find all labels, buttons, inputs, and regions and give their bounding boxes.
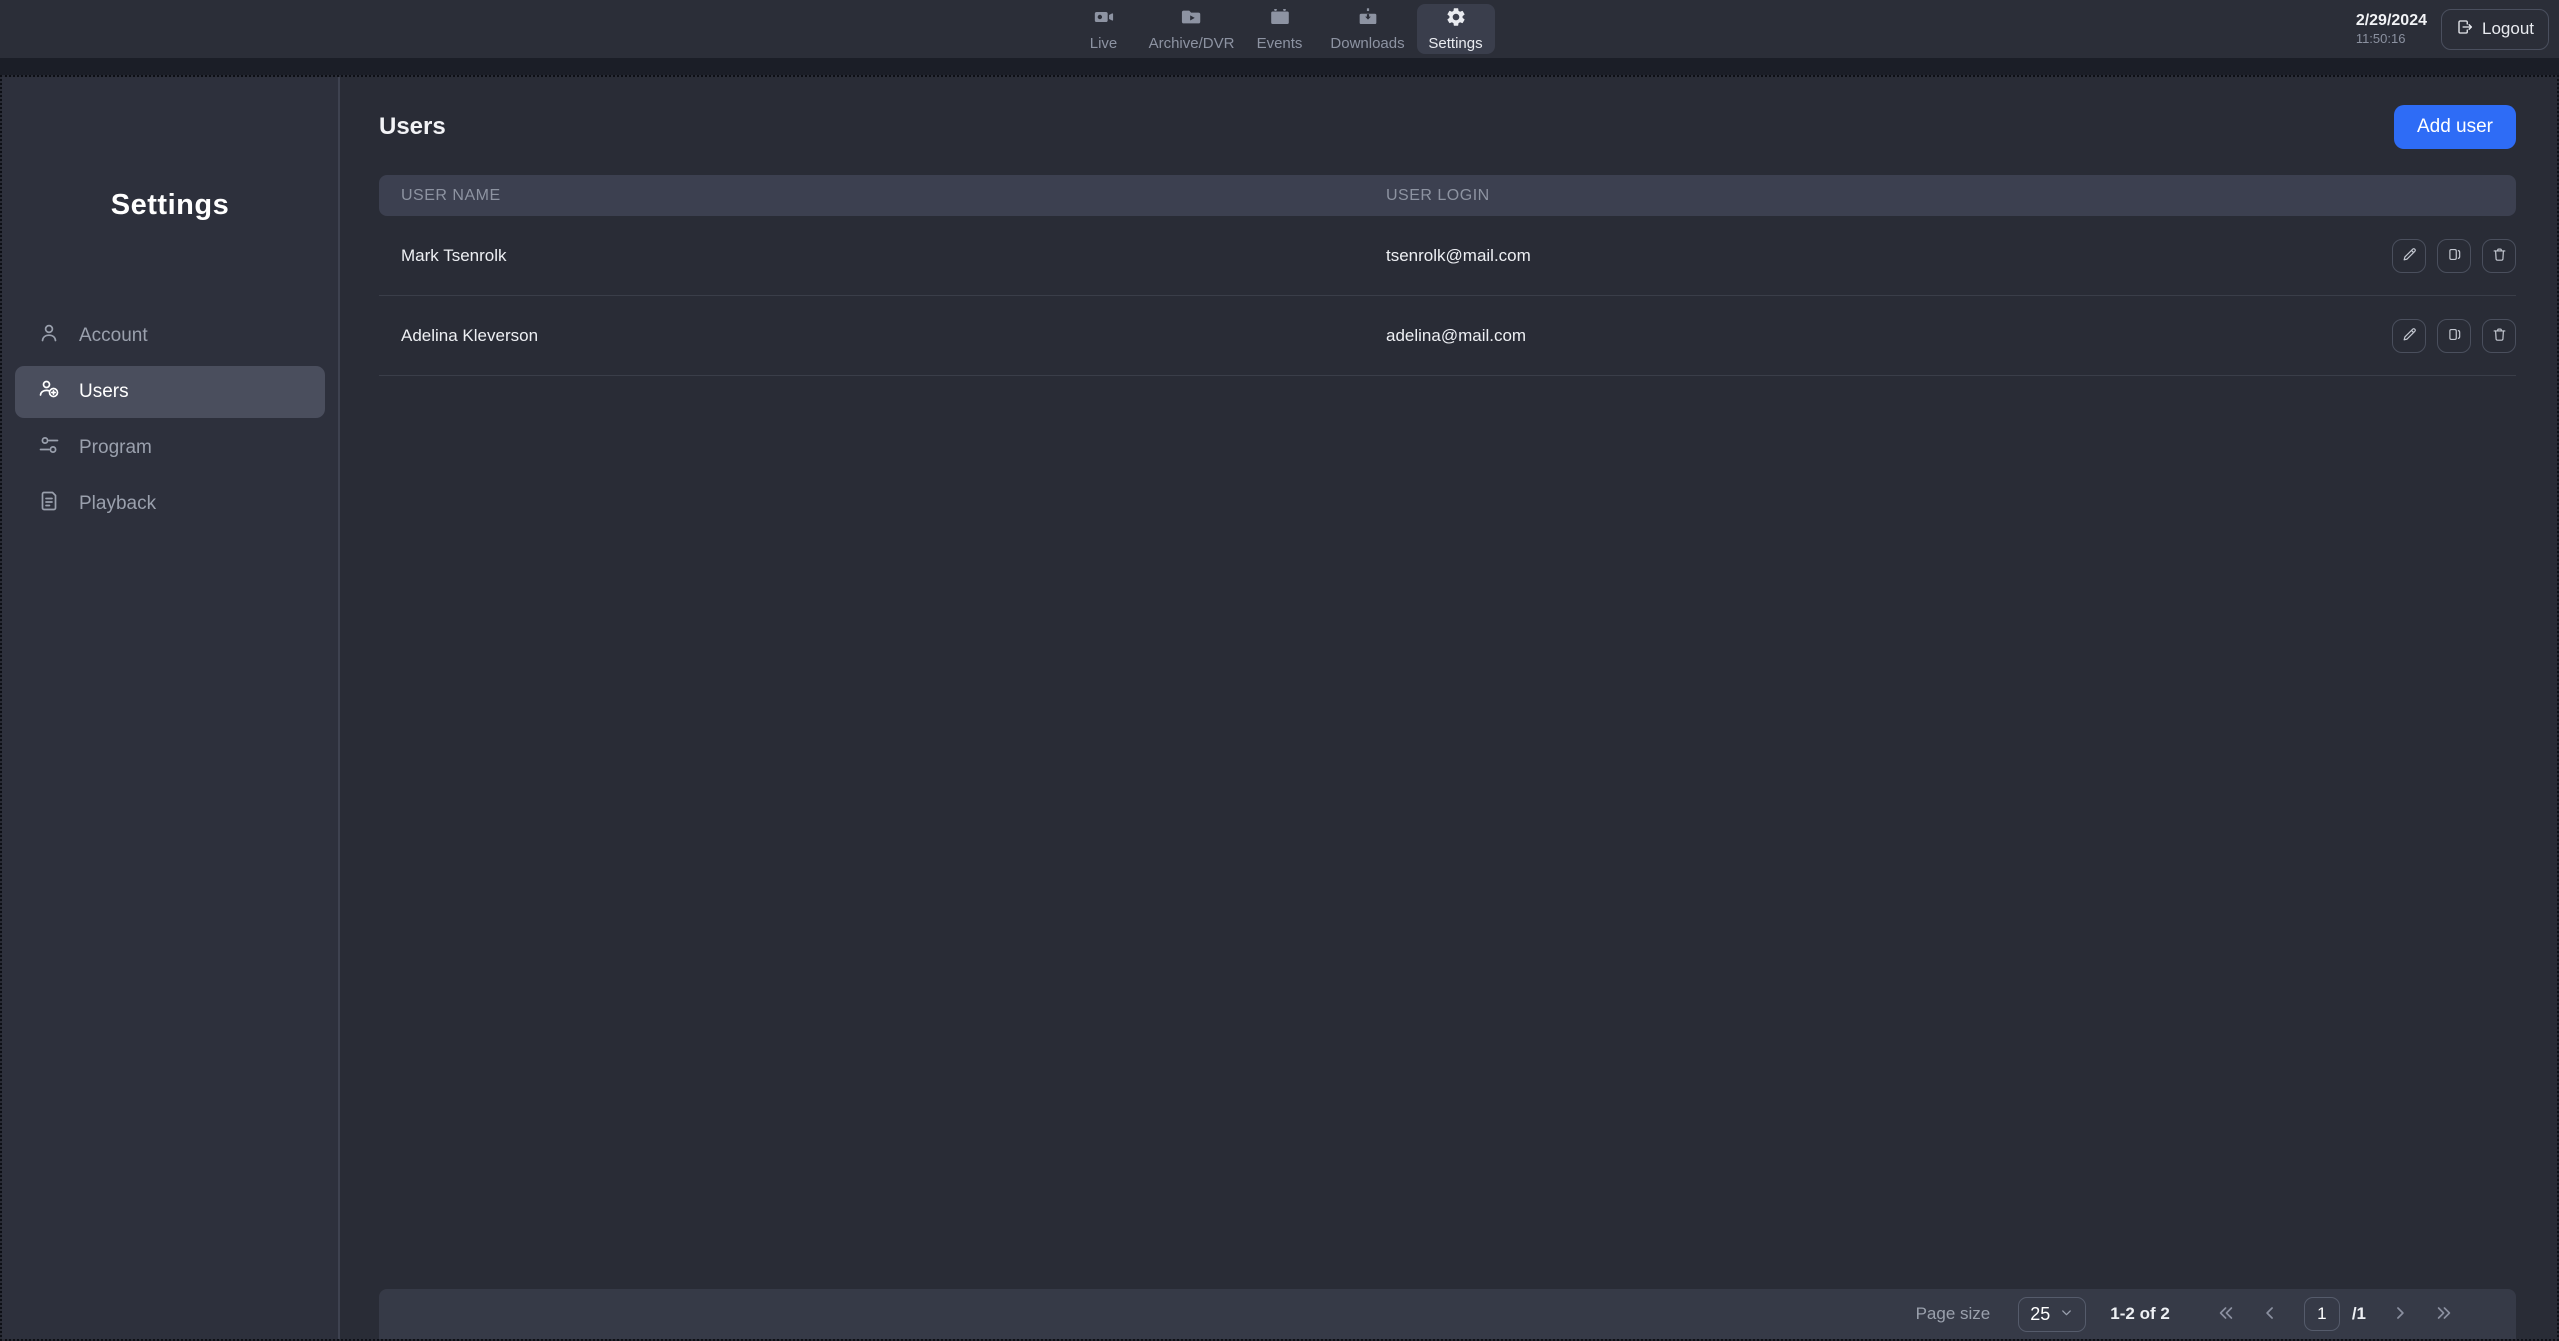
topbar-separator: [0, 58, 2559, 75]
delete-user-button[interactable]: [2482, 319, 2516, 353]
column-header-user-name: USER NAME: [379, 187, 1386, 205]
pagination-controls: 1 /1: [2216, 1297, 2454, 1331]
copy-icon: [2446, 246, 2463, 266]
chevron-right-icon: [2390, 1303, 2410, 1326]
main-content: Users Add user USER NAME USER LOGIN Mark…: [340, 77, 2557, 1339]
chevron-left-icon: [2260, 1303, 2280, 1326]
calendar-icon: [1269, 6, 1291, 32]
last-page-button[interactable]: [2434, 1303, 2454, 1326]
total-pages-label: /1: [2352, 1304, 2366, 1324]
sidebar-item-label: Users: [79, 381, 129, 403]
user-plus-icon: [37, 377, 61, 407]
double-chevron-right-icon: [2434, 1303, 2454, 1326]
first-page-button[interactable]: [2216, 1303, 2236, 1326]
sidebar-title: Settings: [2, 189, 338, 222]
add-user-button[interactable]: Add user: [2394, 105, 2516, 149]
trash-icon: [2491, 246, 2508, 266]
sidebar-item-playback[interactable]: Playback: [15, 478, 325, 530]
user-login-cell: tsenrolk@mail.com: [1386, 246, 1531, 266]
tab-settings[interactable]: Settings: [1417, 4, 1495, 54]
page-size-label: Page size: [1916, 1304, 1991, 1324]
page-size-select[interactable]: 25: [2018, 1297, 2086, 1332]
table-header: USER NAME USER LOGIN: [379, 175, 2516, 216]
video-camera-icon: [1093, 6, 1115, 32]
row-actions: [2392, 239, 2516, 273]
datetime-display: 2/29/2024 11:50:16: [2356, 11, 2427, 47]
tab-events[interactable]: Events: [1241, 4, 1319, 54]
settings-sidebar: Settings Account Users: [2, 77, 340, 1339]
sliders-icon: [37, 433, 61, 463]
logout-button[interactable]: Logout: [2441, 9, 2549, 50]
tab-archive-dvr[interactable]: Archive/DVR: [1153, 4, 1231, 54]
sidebar-item-label: Program: [79, 437, 152, 459]
pagination-bar: Page size 25 1-2 of 2: [379, 1289, 2516, 1339]
sidebar-item-label: Account: [79, 325, 148, 347]
trash-icon: [2491, 326, 2508, 346]
sidebar-item-program[interactable]: Program: [15, 422, 325, 474]
sidebar-menu: Account Users Program: [2, 310, 338, 530]
sidebar-item-account[interactable]: Account: [15, 310, 325, 362]
copy-user-button[interactable]: [2437, 239, 2471, 273]
main-header: Users Add user: [379, 105, 2516, 149]
user-name-cell: Adelina Kleverson: [379, 326, 1386, 346]
pencil-icon: [2401, 326, 2418, 346]
current-date: 2/29/2024: [2356, 11, 2427, 31]
column-header-user-login: USER LOGIN: [1386, 187, 2516, 205]
tab-live[interactable]: Live: [1065, 4, 1143, 54]
edit-user-button[interactable]: [2392, 319, 2426, 353]
tab-label: Downloads: [1330, 35, 1404, 52]
tab-label: Archive/DVR: [1149, 35, 1235, 52]
user-login-cell: adelina@mail.com: [1386, 326, 1526, 346]
user-name-cell: Mark Tsenrolk: [379, 246, 1386, 266]
user-icon: [37, 321, 61, 351]
user-login-cell-wrap: tsenrolk@mail.com: [1386, 239, 2516, 273]
copy-user-button[interactable]: [2437, 319, 2471, 353]
table-row: Adelina Kleverson adelina@mail.com: [379, 296, 2516, 376]
chevron-down-icon: [2059, 1304, 2074, 1325]
download-tray-icon: [1357, 6, 1379, 32]
tab-label: Settings: [1428, 35, 1482, 52]
user-login-cell-wrap: adelina@mail.com: [1386, 319, 2516, 353]
table-row: Mark Tsenrolk tsenrolk@mail.com: [379, 216, 2516, 296]
sidebar-item-label: Playback: [79, 493, 156, 515]
current-time: 11:50:16: [2356, 31, 2427, 47]
row-actions: [2392, 319, 2516, 353]
gear-icon: [1445, 6, 1467, 32]
folder-play-icon: [1181, 6, 1203, 32]
next-page-button[interactable]: [2390, 1303, 2410, 1326]
previous-page-button[interactable]: [2260, 1303, 2280, 1326]
pencil-icon: [2401, 246, 2418, 266]
top-nav-bar: Live Archive/DVR Events Downloads: [0, 0, 2559, 58]
app-body: Settings Account Users: [0, 75, 2559, 1341]
tab-downloads[interactable]: Downloads: [1329, 4, 1407, 54]
delete-user-button[interactable]: [2482, 239, 2516, 273]
topbar-right-cluster: 2/29/2024 11:50:16 Logout: [2356, 0, 2549, 58]
logout-icon: [2456, 18, 2474, 41]
app-window: Live Archive/DVR Events Downloads: [0, 0, 2559, 1341]
sidebar-item-users[interactable]: Users: [15, 366, 325, 418]
double-chevron-left-icon: [2216, 1303, 2236, 1326]
logout-label: Logout: [2482, 19, 2534, 39]
tab-label: Live: [1090, 35, 1118, 52]
page-title: Users: [379, 113, 446, 141]
tab-label: Events: [1257, 35, 1303, 52]
current-page-box[interactable]: 1: [2304, 1297, 2340, 1331]
page-size-value: 25: [2030, 1304, 2050, 1325]
edit-user-button[interactable]: [2392, 239, 2426, 273]
document-icon: [37, 489, 61, 519]
nav-tabs: Live Archive/DVR Events Downloads: [1065, 0, 1495, 58]
copy-icon: [2446, 326, 2463, 346]
pagination-range: 1-2 of 2: [2110, 1304, 2170, 1324]
